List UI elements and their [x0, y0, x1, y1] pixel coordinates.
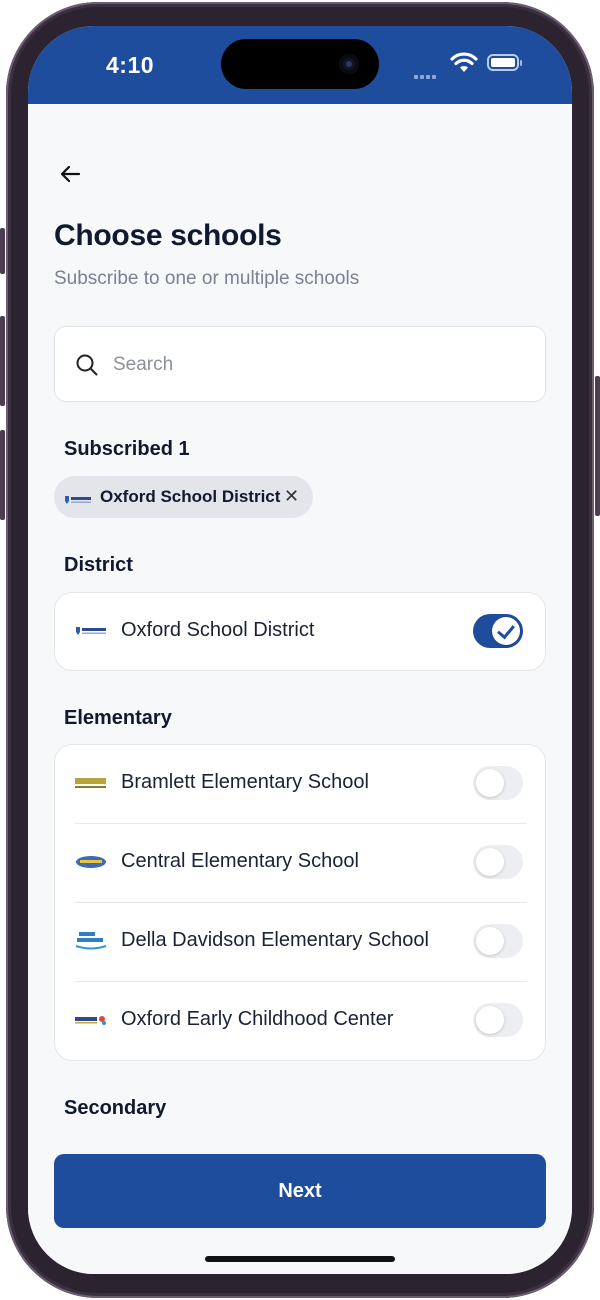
list-item-oxford-school-district[interactable]: Oxford School District	[55, 593, 545, 670]
page-subtitle: Subscribe to one or multiple schools	[54, 268, 360, 289]
subscribe-toggle[interactable]	[473, 614, 523, 648]
secondary-heading: Secondary	[64, 1097, 167, 1119]
subscribed-chip[interactable]: Oxford School District ✕	[54, 476, 313, 518]
wifi-icon	[450, 52, 478, 79]
bramlett-logo-icon	[75, 771, 107, 795]
list-item-bramlett[interactable]: Bramlett Elementary School	[55, 745, 545, 824]
status-time: 4:10	[106, 52, 155, 78]
status-bar: 4:10	[28, 26, 572, 104]
list-item-label: Oxford Early Childhood Center	[121, 1008, 394, 1030]
central-logo-icon	[75, 850, 107, 874]
volume-up-button	[0, 316, 5, 406]
subscribe-toggle[interactable]	[473, 1003, 523, 1037]
close-icon[interactable]: ✕	[284, 486, 299, 507]
page-title: Choose schools	[54, 219, 282, 252]
search-input[interactable]	[111, 349, 515, 381]
chip-label: Oxford School District	[100, 487, 281, 506]
home-indicator	[205, 1256, 395, 1262]
battery-icon	[487, 54, 522, 71]
toggle-check-icon	[492, 617, 520, 645]
content: Choose schools Subscribe to one or multi…	[28, 104, 572, 1274]
subscribe-toggle[interactable]	[473, 924, 523, 958]
list-item-oxford-early-childhood[interactable]: Oxford Early Childhood Center	[55, 982, 545, 1060]
della-davidson-logo-icon	[75, 929, 107, 953]
elementary-card: Bramlett Elementary School Central Eleme…	[54, 744, 546, 1061]
list-item-label: Central Elementary School	[121, 850, 359, 872]
search-icon	[75, 353, 99, 382]
list-item-central[interactable]: Central Elementary School	[55, 824, 545, 903]
district-heading: District	[64, 554, 133, 576]
district-card: Oxford School District	[54, 592, 546, 671]
next-button[interactable]: Next	[54, 1154, 546, 1228]
elementary-heading: Elementary	[64, 707, 172, 729]
list-item-label: Della Davidson Elementary School	[121, 929, 429, 951]
camera-icon	[339, 54, 359, 74]
list-item-label: Oxford School District	[121, 619, 315, 641]
oxford-district-logo-icon	[75, 619, 107, 643]
power-button	[595, 376, 600, 516]
search-box[interactable]	[54, 326, 546, 402]
subscribe-toggle[interactable]	[473, 845, 523, 879]
dynamic-island	[221, 39, 379, 89]
cellular-signal-icon	[414, 66, 438, 84]
subscribed-heading: Subscribed 1	[64, 438, 190, 460]
subscribe-toggle[interactable]	[473, 766, 523, 800]
oxford-ecc-logo-icon	[75, 1008, 107, 1032]
list-item-label: Bramlett Elementary School	[121, 771, 369, 793]
screen: 4:10 Choose schools Subscribe to one or …	[28, 26, 572, 1274]
list-item-della-davidson[interactable]: Della Davidson Elementary School	[55, 903, 545, 982]
volume-down-button	[0, 430, 5, 520]
oxford-district-logo-icon	[64, 492, 92, 510]
back-arrow-icon[interactable]	[58, 162, 82, 186]
action-button	[0, 228, 5, 274]
